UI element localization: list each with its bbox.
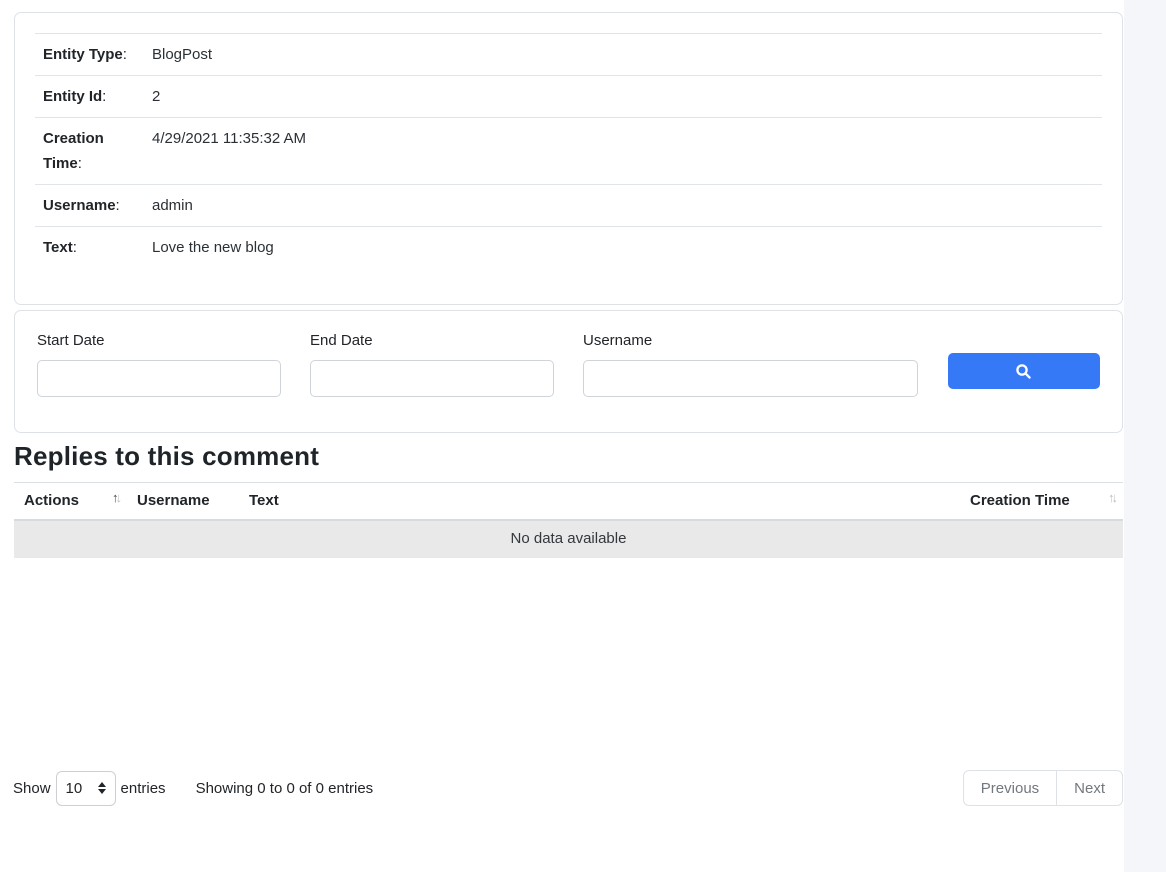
end-date-input[interactable]	[310, 360, 554, 397]
detail-value: Love the new blog	[144, 227, 1102, 269]
detail-label: Username:	[35, 185, 144, 227]
show-label: Show	[13, 780, 51, 797]
main-content: Entity Type: BlogPost Entity Id: 2 Creat…	[0, 0, 1123, 806]
detail-label: Text:	[35, 227, 144, 269]
comment-detail-table: Entity Type: BlogPost Entity Id: 2 Creat…	[35, 33, 1102, 268]
start-date-input[interactable]	[37, 360, 281, 397]
detail-value: admin	[144, 185, 1102, 227]
no-data-message: No data available	[14, 520, 1123, 558]
empty-state-row: No data available	[14, 520, 1123, 558]
detail-row-text: Text: Love the new blog	[35, 227, 1102, 269]
column-header-actions[interactable]: Actions ↑↓	[14, 483, 127, 520]
detail-value: BlogPost	[144, 34, 1102, 76]
previous-page-button[interactable]: Previous	[963, 770, 1057, 806]
sort-icon[interactable]: ↑↓	[1108, 490, 1115, 505]
replies-table: Actions ↑↓ Username Text Creation Time ↑…	[14, 482, 1123, 558]
page-size-value: 10	[66, 780, 83, 797]
detail-label: Entity Id:	[35, 76, 144, 118]
entries-label: entries	[121, 780, 166, 797]
username-filter-label: Username	[583, 331, 918, 351]
pagination-bar: Show 10 entries Showing 0 to 0 of 0 entr…	[0, 770, 1123, 806]
username-filter-input[interactable]	[583, 360, 918, 397]
filter-card: Start Date End Date Username	[14, 310, 1123, 433]
detail-row-entity-id: Entity Id: 2	[35, 76, 1102, 118]
page-background-strip	[1124, 0, 1166, 872]
detail-value: 4/29/2021 11:35:32 AM	[144, 118, 1102, 185]
search-button[interactable]	[948, 353, 1100, 389]
pagination-summary: Showing 0 to 0 of 0 entries	[196, 780, 374, 797]
end-date-label: End Date	[310, 331, 554, 351]
search-icon	[1015, 363, 1032, 380]
detail-row-username: Username: admin	[35, 185, 1102, 227]
next-page-button[interactable]: Next	[1056, 770, 1123, 806]
detail-row-entity-type: Entity Type: BlogPost	[35, 34, 1102, 76]
column-header-text: Text	[239, 483, 960, 520]
comment-detail-card: Entity Type: BlogPost Entity Id: 2 Creat…	[14, 12, 1123, 305]
column-header-creation-time[interactable]: Creation Time ↑↓	[960, 483, 1123, 520]
replies-table-header-row: Actions ↑↓ Username Text Creation Time ↑…	[14, 483, 1123, 520]
detail-label: Entity Type:	[35, 34, 144, 76]
select-spinner-icon	[98, 782, 106, 794]
detail-label: Creation Time:	[35, 118, 144, 185]
detail-row-creation-time: Creation Time: 4/29/2021 11:35:32 AM	[35, 118, 1102, 185]
replies-heading: Replies to this comment	[14, 441, 1123, 471]
start-date-label: Start Date	[37, 331, 281, 351]
sort-asc-icon[interactable]: ↑↓	[112, 490, 119, 505]
detail-value: 2	[144, 76, 1102, 118]
page-size-select[interactable]: 10	[56, 771, 116, 806]
pager-buttons: Previous Next	[963, 770, 1123, 806]
column-header-username: Username	[127, 483, 239, 520]
